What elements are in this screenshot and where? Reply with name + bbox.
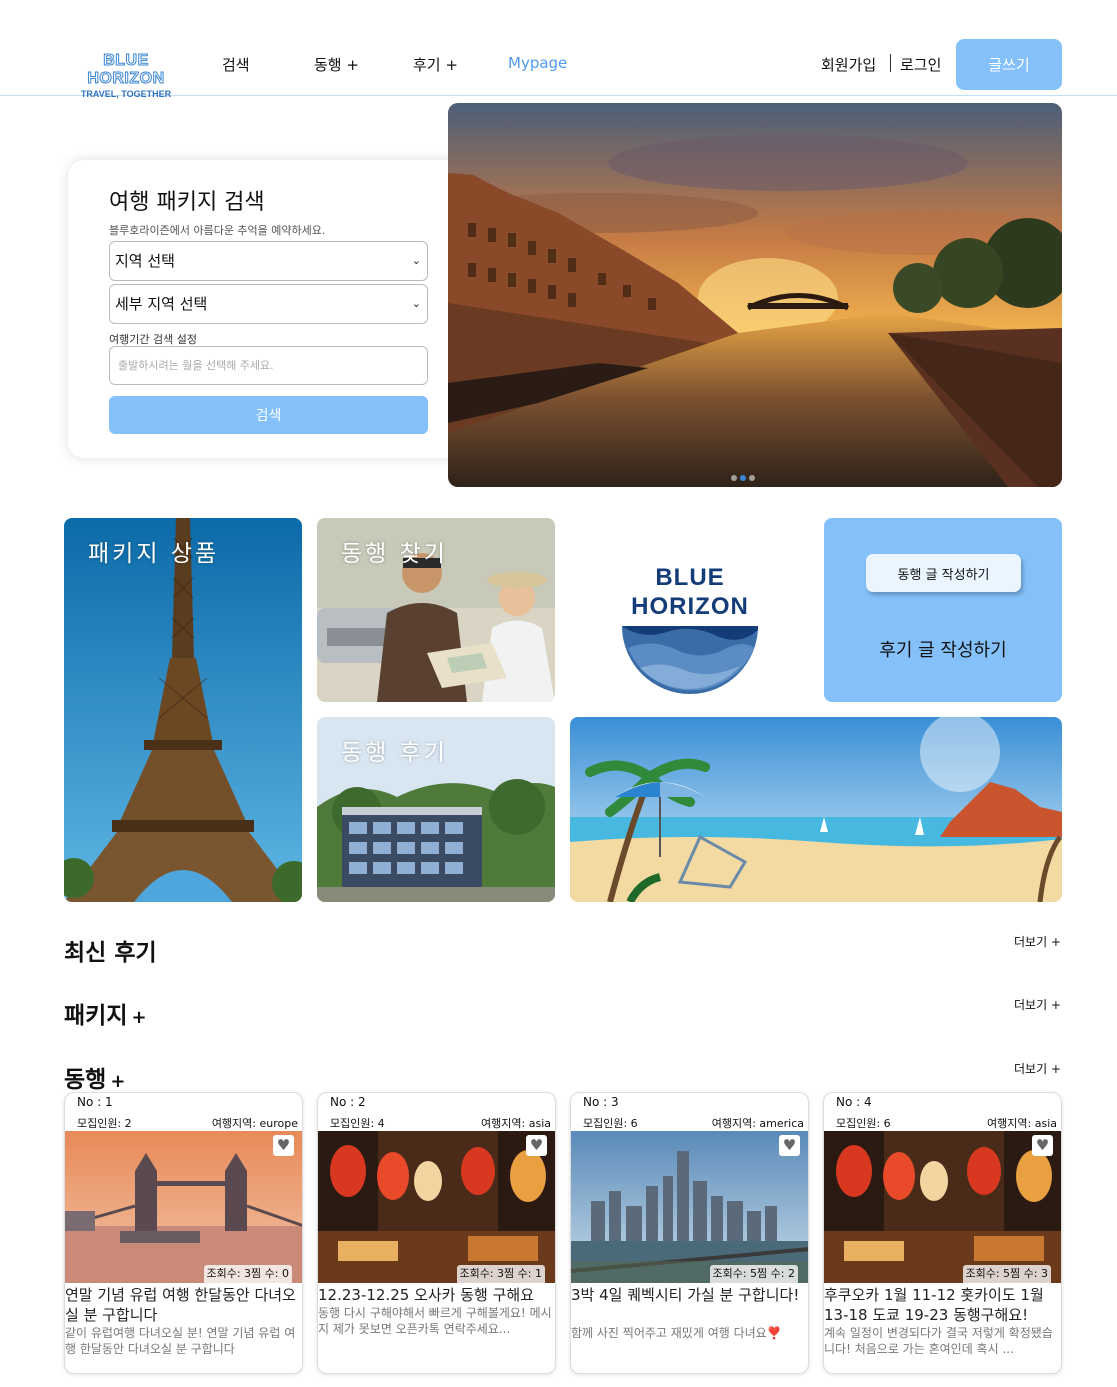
packages-plus-button[interactable]: + bbox=[131, 1007, 146, 1028]
beach-banner-tile[interactable] bbox=[570, 717, 1062, 902]
period-input[interactable] bbox=[109, 346, 428, 385]
subregion-select[interactable]: 세부 지역 선택 ⌄ bbox=[109, 284, 428, 324]
brand-logo-tile: BLUE HORIZON bbox=[570, 518, 810, 702]
beach-illustration bbox=[570, 717, 1062, 902]
card-recruit-count: 모집인원: 2 bbox=[77, 1117, 132, 1130]
companion-review-tile-title: 동행 후기 bbox=[341, 740, 448, 766]
nav-companion[interactable]: 동행 + bbox=[314, 54, 359, 75]
card-number: No : 3 bbox=[583, 1095, 619, 1109]
signup-link[interactable]: 회원가입 bbox=[821, 54, 876, 75]
site-logo[interactable]: BLUE HORIZON TRAVEL, TOGETHER bbox=[64, 52, 188, 100]
london-tower-bridge-illustration bbox=[65, 1131, 302, 1283]
site-header: BLUE HORIZON TRAVEL, TOGETHER 검색 동행 + 후기… bbox=[0, 0, 1117, 100]
card-region: 여행지역: america bbox=[711, 1117, 804, 1130]
packages-more-link[interactable]: 더보기 + bbox=[1014, 996, 1061, 1013]
search-panel-title: 여행 패키지 검색 bbox=[109, 190, 265, 215]
region-select[interactable]: 지역 선택 ⌄ bbox=[109, 241, 428, 281]
card-stats: 조회수: 5찜 수: 3 bbox=[962, 1265, 1051, 1283]
heart-icon[interactable]: ♥ bbox=[273, 1135, 294, 1156]
companion-review-tile[interactable]: 동행 후기 bbox=[317, 717, 555, 902]
card-image bbox=[824, 1131, 1061, 1283]
companions-title: 동행 bbox=[64, 1067, 107, 1093]
companions-heading: 동행 + bbox=[64, 1060, 125, 1094]
companion-card[interactable]: No : 1 모집인원: 2 여행지역: europe ♥ 조회수: 3찜 수:… bbox=[64, 1092, 303, 1374]
period-label: 여행기간 검색 설정 bbox=[109, 333, 197, 346]
nav-mypage[interactable]: Mypage bbox=[508, 54, 567, 72]
latest-reviews-heading: 최신 후기 bbox=[64, 933, 157, 967]
card-stats: 조회수: 3찜 수: 0 bbox=[203, 1265, 292, 1283]
hero-sunset-canal-illustration bbox=[448, 103, 1062, 487]
write-companion-button[interactable]: 동행 글 작성하기 bbox=[866, 554, 1021, 592]
latest-reviews-title: 최신 후기 bbox=[64, 940, 157, 966]
write-cta-tile: 동행 글 작성하기 후기 글 작성하기 bbox=[824, 518, 1062, 702]
latest-reviews-more-link[interactable]: 더보기 + bbox=[1014, 933, 1061, 950]
card-image bbox=[65, 1131, 302, 1283]
logo-tagline: TRAVEL, TOGETHER bbox=[80, 89, 172, 99]
card-description: 동행 다시 구해야해서 빠르게 구해볼게요! 메시지 제가 못보면 오픈카톡 연… bbox=[318, 1306, 552, 1336]
card-title: 후쿠오카 1월 11-12 홋카이도 1월 13-18 도쿄 19-23 동행구… bbox=[824, 1286, 1044, 1324]
card-description: 계속 일정이 변경되다가 결국 저렇게 확정됐습니다! 처음으로 가는 혼여인데… bbox=[824, 1326, 1053, 1356]
find-companion-tile[interactable]: 동행 찾기 bbox=[317, 518, 555, 702]
wave-logo-icon bbox=[622, 626, 758, 694]
packages-title: 패키지 bbox=[64, 1003, 128, 1029]
login-link[interactable]: 로그인 bbox=[900, 54, 941, 75]
nav-review[interactable]: 후기 + bbox=[413, 54, 458, 75]
find-companion-tile-title: 동행 찾기 bbox=[341, 541, 448, 567]
osaka-alley-illustration bbox=[318, 1131, 555, 1283]
card-number: No : 1 bbox=[77, 1095, 113, 1109]
hero-banner-image[interactable] bbox=[448, 103, 1062, 487]
logo-main-text: BLUE HORIZON bbox=[87, 52, 165, 88]
new-york-skyline-illustration bbox=[571, 1131, 808, 1283]
packages-heading: 패키지 + bbox=[64, 996, 147, 1030]
card-number: No : 4 bbox=[836, 1095, 872, 1109]
chevron-down-icon: ⌄ bbox=[411, 254, 421, 267]
package-search-panel: 여행 패키지 검색 블루호라이즌에서 아름다운 추억을 예약하세요. 지역 선택… bbox=[68, 160, 468, 458]
auth-divider bbox=[890, 54, 891, 72]
card-stats: 조회수: 3찜 수: 1 bbox=[456, 1265, 545, 1283]
brand-line-1: BLUE bbox=[655, 564, 725, 591]
card-title: 3박 4일 퀘벡시티 가실 분 구합니다! bbox=[571, 1286, 800, 1304]
search-button[interactable]: 검색 bbox=[109, 396, 428, 434]
carousel-dot-3[interactable] bbox=[749, 475, 755, 481]
brand-line-2: HORIZON bbox=[631, 593, 749, 620]
carousel-dot-1[interactable] bbox=[731, 475, 737, 481]
companions-plus-button[interactable]: + bbox=[110, 1071, 125, 1092]
card-image bbox=[571, 1131, 808, 1283]
nav-search[interactable]: 검색 bbox=[222, 54, 250, 75]
subregion-select-value: 세부 지역 선택 bbox=[115, 295, 208, 313]
card-image bbox=[318, 1131, 555, 1283]
write-review-link[interactable]: 후기 글 작성하기 bbox=[824, 636, 1062, 662]
eiffel-tower-illustration bbox=[64, 518, 302, 902]
heart-icon[interactable]: ♥ bbox=[526, 1135, 547, 1156]
package-tile[interactable]: 패키지 상품 bbox=[64, 518, 302, 902]
companion-card[interactable]: No : 3 모집인원: 6 여행지역: america ♥ 조회수: 5찜 수… bbox=[570, 1092, 809, 1374]
search-panel-description: 블루호라이즌에서 아름다운 추억을 예약하세요. bbox=[109, 224, 326, 237]
companion-card[interactable]: No : 4 모집인원: 6 여행지역: asia ♥ 조회수: 5찜 수: 3… bbox=[823, 1092, 1062, 1374]
card-number: No : 2 bbox=[330, 1095, 366, 1109]
companion-card[interactable]: No : 2 모집인원: 4 여행지역: asia ♥ 조회수: 3찜 수: 1… bbox=[317, 1092, 556, 1374]
card-recruit-count: 모집인원: 6 bbox=[583, 1117, 638, 1130]
chevron-down-icon: ⌄ bbox=[411, 297, 421, 310]
card-region: 여행지역: asia bbox=[481, 1117, 551, 1130]
carousel-dot-2[interactable] bbox=[740, 475, 746, 481]
card-region: 여행지역: europe bbox=[211, 1117, 298, 1130]
card-title: 12.23-12.25 오사카 동행 구해요 bbox=[318, 1286, 535, 1304]
heart-icon[interactable]: ♥ bbox=[1032, 1135, 1053, 1156]
card-title: 연말 기념 유럽 여행 한달동안 다녀오실 분 구합니다 bbox=[65, 1286, 296, 1324]
heart-icon[interactable]: ♥ bbox=[779, 1135, 800, 1156]
osaka-alley-illustration bbox=[824, 1131, 1061, 1283]
card-recruit-count: 모집인원: 4 bbox=[330, 1117, 385, 1130]
card-recruit-count: 모집인원: 6 bbox=[836, 1117, 891, 1130]
write-button[interactable]: 글쓰기 bbox=[956, 39, 1062, 90]
card-stats: 조회수: 5찜 수: 2 bbox=[709, 1265, 798, 1283]
package-tile-title: 패키지 상품 bbox=[88, 541, 220, 567]
card-region: 여행지역: asia bbox=[987, 1117, 1057, 1130]
companions-more-link[interactable]: 더보기 + bbox=[1014, 1060, 1061, 1077]
card-description: 함께 사진 찍어주고 재밌게 여행 다녀요❣️ bbox=[571, 1326, 782, 1340]
region-select-value: 지역 선택 bbox=[115, 252, 175, 270]
card-description: 같이 유럽여행 다녀오실 분! 연말 기념 유럽 여행 한달동안 다녀오실 분 … bbox=[65, 1326, 296, 1356]
